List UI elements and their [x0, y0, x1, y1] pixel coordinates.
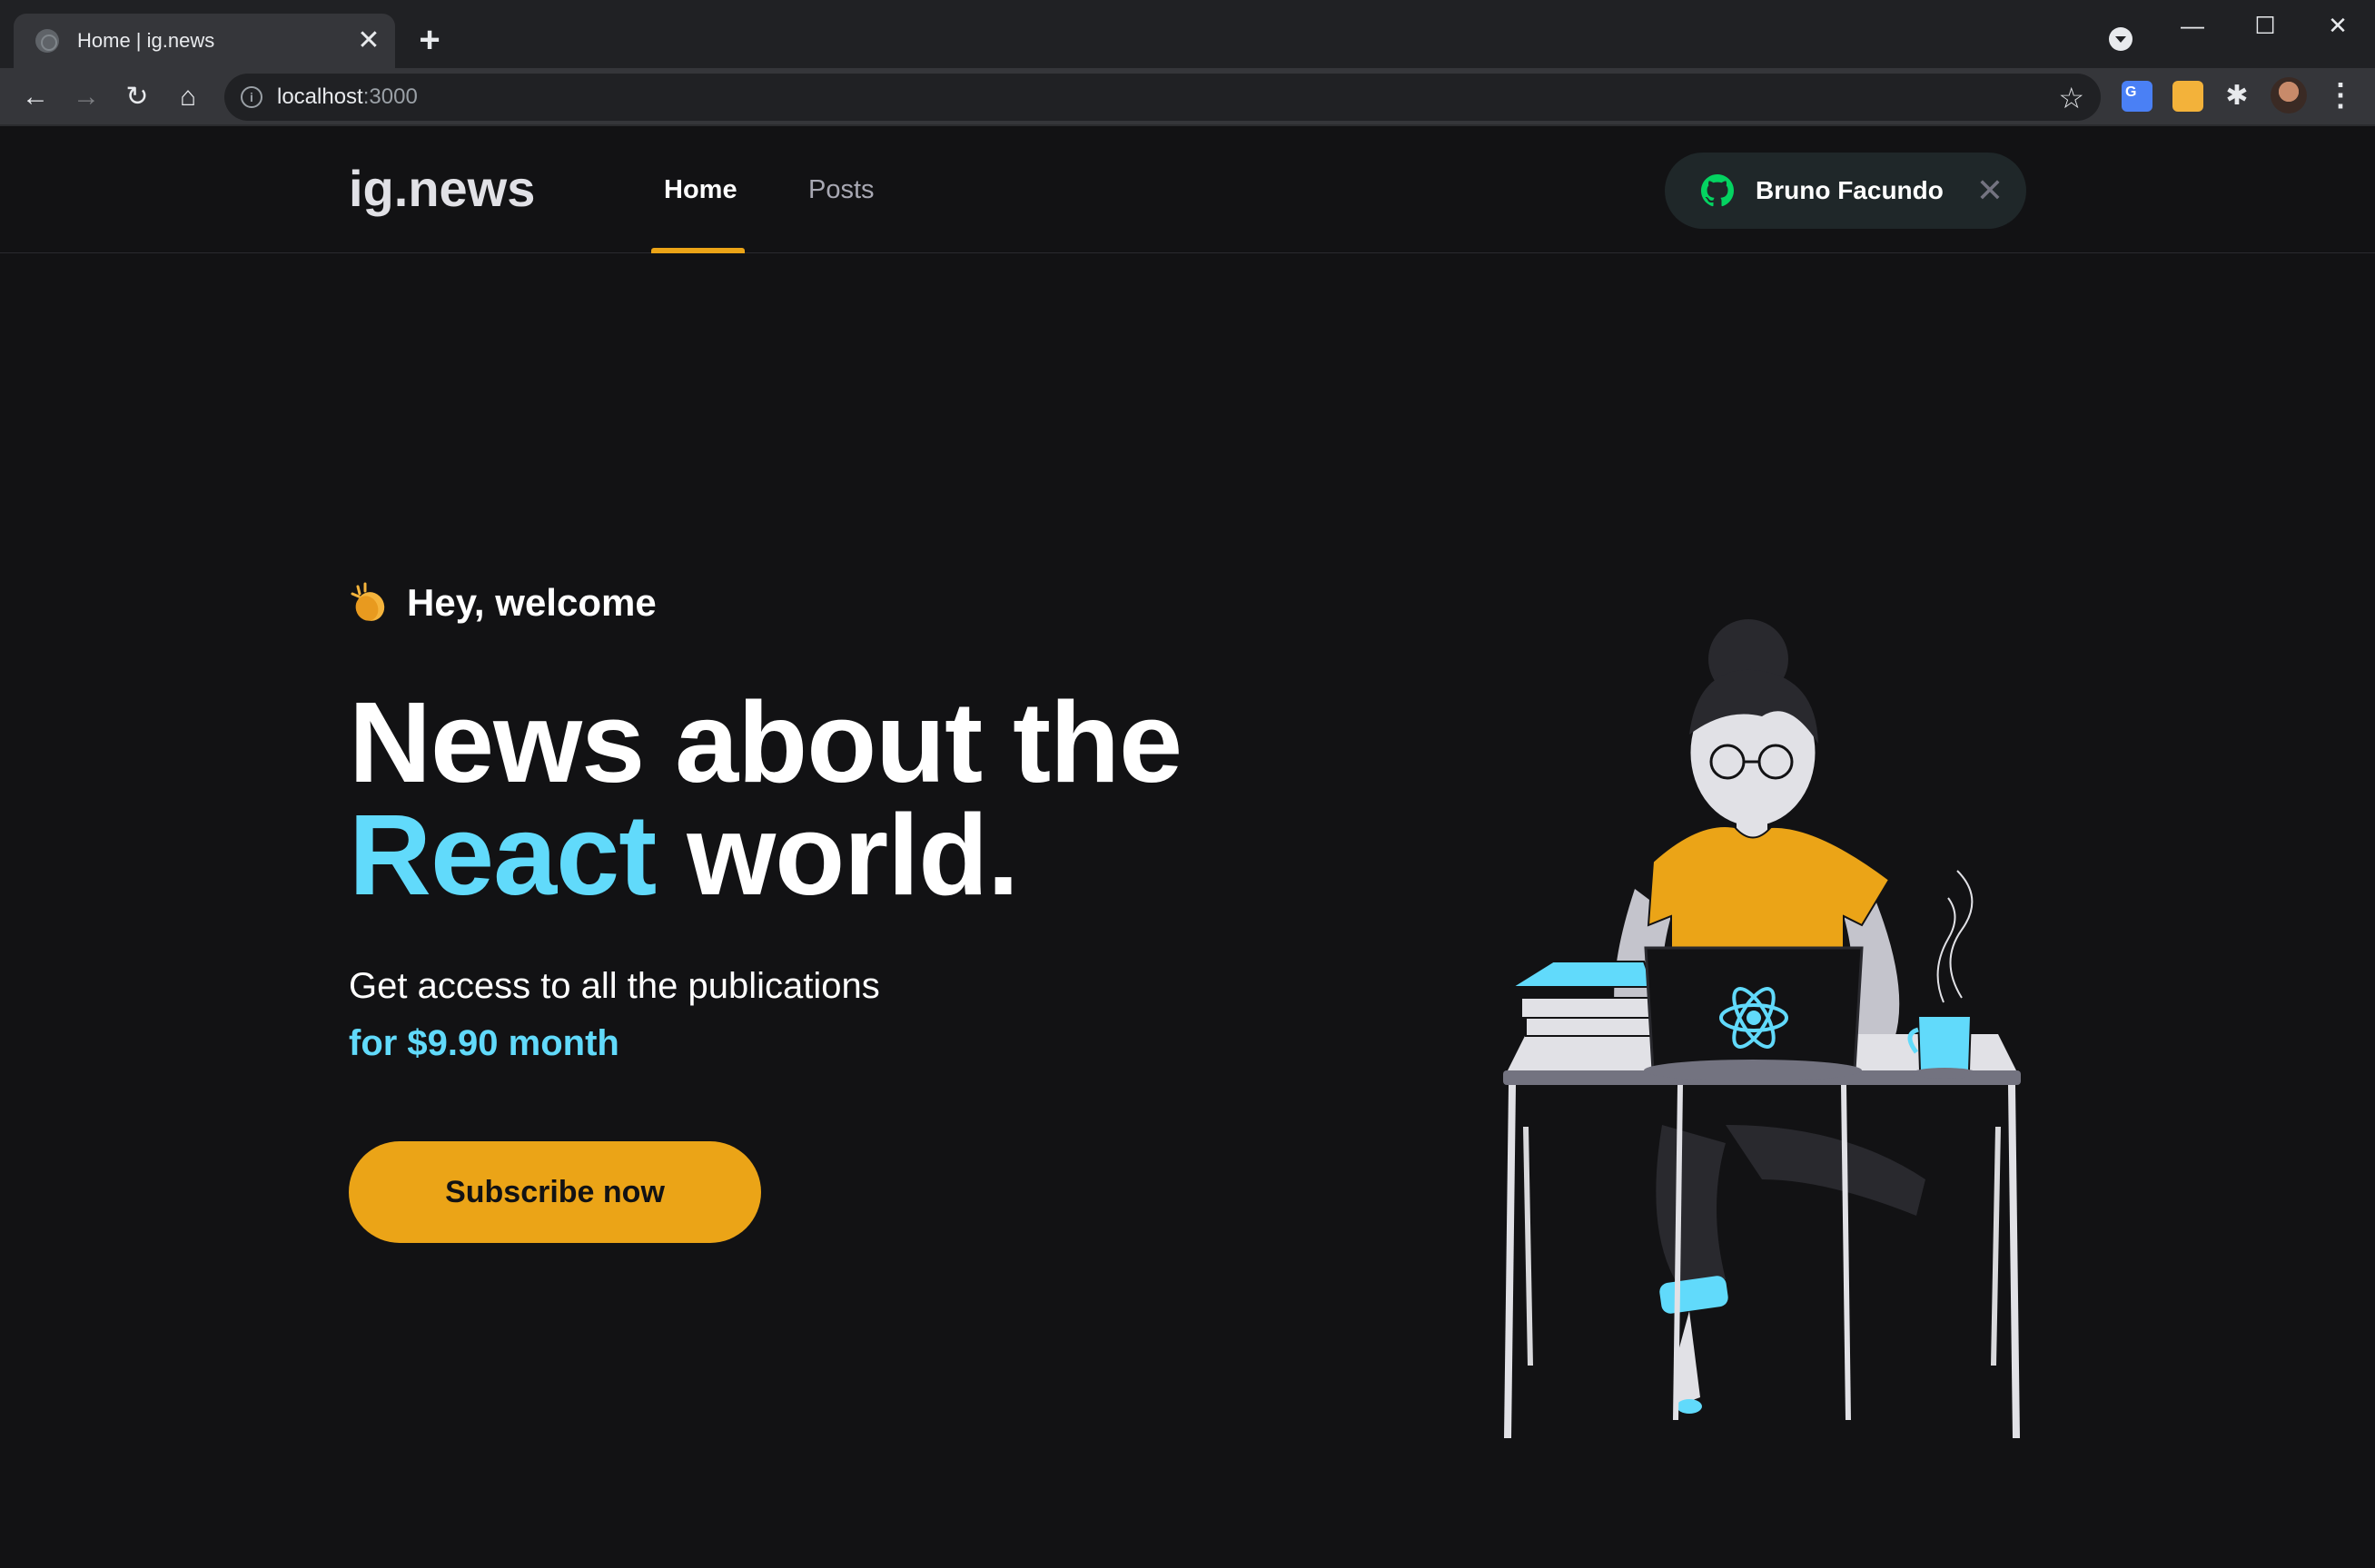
- new-tab-button[interactable]: +: [413, 22, 446, 58]
- globe-icon: [35, 29, 59, 53]
- maximize-button[interactable]: ☐: [2238, 7, 2292, 44]
- puzzle-icon[interactable]: ✱: [2222, 81, 2252, 112]
- window-close-button[interactable]: ✕: [2311, 7, 2365, 44]
- hero-subtitle: Get access to all the publications: [349, 966, 880, 1006]
- browser-tab[interactable]: Home | ig.news ✕: [14, 14, 395, 68]
- welcome-text: Hey, welcome: [407, 581, 657, 624]
- close-icon[interactable]: ✕: [1976, 174, 2004, 207]
- signed-in-user-name: Bruno Facundo: [1756, 176, 1944, 204]
- site-logo[interactable]: ig.news: [349, 159, 535, 218]
- tab-title: Home | ig.news: [77, 29, 215, 52]
- notes-extension-icon[interactable]: [2172, 81, 2203, 112]
- profile-avatar[interactable]: [2271, 77, 2307, 113]
- clap-emoji-icon: [351, 582, 385, 621]
- subscribe-button[interactable]: Subscribe now: [349, 1141, 761, 1243]
- github-icon: [1701, 174, 1734, 207]
- headline-line-2: world.: [656, 791, 1019, 919]
- info-icon[interactable]: i: [241, 86, 262, 108]
- hero-headline: News about the React world.: [349, 685, 1183, 912]
- home-icon[interactable]: ⌂: [170, 79, 206, 115]
- nav-posts[interactable]: Posts: [808, 175, 875, 205]
- url-text: localhost:3000: [277, 84, 418, 109]
- forward-icon[interactable]: →: [68, 79, 104, 115]
- back-icon[interactable]: ←: [17, 79, 54, 115]
- address-bar[interactable]: i localhost:3000 ☆: [224, 74, 2101, 121]
- nav-home[interactable]: Home: [664, 175, 737, 205]
- translate-extension-icon[interactable]: [2122, 81, 2152, 112]
- browser-tab-strip: Home | ig.news ✕ + — ☐ ✕: [0, 0, 2375, 68]
- headline-line-1: News about the: [349, 678, 1183, 806]
- active-nav-indicator: [651, 248, 745, 253]
- site-header: ig.news Home Posts Bruno Facundo ✕: [0, 126, 2375, 253]
- girl-coding-illustration: [1503, 619, 2021, 1439]
- signin-button[interactable]: Bruno Facundo ✕: [1665, 153, 2026, 229]
- tab-close-icon[interactable]: ✕: [355, 27, 382, 54]
- page: ig.news Home Posts Bruno Facundo ✕ Hey, …: [0, 126, 2375, 1568]
- tab-search-icon[interactable]: [2109, 27, 2133, 51]
- kebab-menu-icon[interactable]: ⋮: [2325, 77, 2356, 113]
- star-icon[interactable]: ☆: [2058, 81, 2084, 115]
- welcome-line: Hey, welcome: [349, 581, 657, 625]
- headline-accent: React: [349, 791, 657, 919]
- browser-toolbar: ← → ↻ ⌂ i localhost:3000 ☆ ✱ ⋮: [0, 68, 2375, 126]
- minimize-button[interactable]: —: [2165, 7, 2220, 44]
- price-text: for $9.90 month: [349, 1023, 619, 1063]
- reload-icon[interactable]: ↻: [119, 79, 155, 115]
